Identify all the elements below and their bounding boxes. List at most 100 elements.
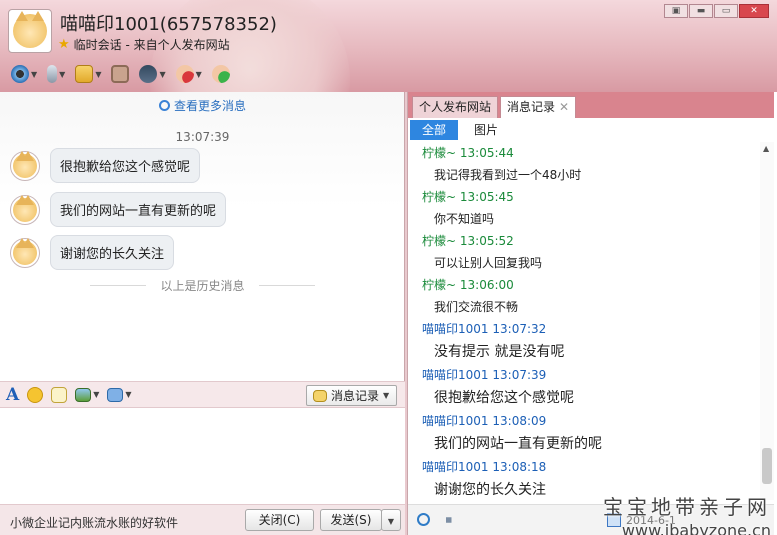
- font-style-icon[interactable]: A: [6, 385, 19, 405]
- block-user-button[interactable]: ▼: [173, 63, 205, 85]
- screenshot-button[interactable]: ▼: [107, 387, 132, 402]
- message-timestamp: 13:07:39: [175, 130, 230, 144]
- file-transfer-icon: [75, 65, 94, 83]
- filter-all[interactable]: 全部: [410, 120, 459, 140]
- record-time: 13:05:52: [459, 234, 514, 248]
- subtitle-text: 临时会话 - 来自个人发布网站: [73, 38, 230, 52]
- record-sender: 柠檬~: [422, 234, 457, 248]
- message-bubble: 很抱歉给您这个感觉呢: [50, 148, 201, 183]
- view-more-label: 查看更多消息: [173, 99, 246, 113]
- record-filters: 全部 图片: [410, 120, 510, 140]
- chevron-down-icon: ▼: [59, 69, 66, 79]
- chevron-down-icon: ▼: [195, 69, 202, 79]
- chat-message-area[interactable]: 查看更多消息 13:07:39 很抱歉给您这个感觉呢 我们的网站一直有更新的呢 …: [0, 92, 405, 381]
- send-options-dropdown[interactable]: ▼: [381, 509, 401, 531]
- record-sender: 柠檬~: [422, 146, 457, 160]
- cat-avatar-icon: [13, 194, 37, 222]
- maximize-button[interactable]: ▭: [714, 4, 738, 18]
- tab-label: 消息记录: [507, 100, 556, 114]
- message-records-icon: [313, 389, 327, 402]
- close-tab-icon[interactable]: ✕: [559, 97, 569, 118]
- remote-assist-icon: [139, 65, 158, 83]
- screen-share-icon: [111, 65, 130, 83]
- record-sender: 喵喵印1001: [422, 414, 489, 428]
- record-list: 柠檬~ 13:05:44 我记得我看到过一个48小时 柠檬~ 13:05:45 …: [422, 142, 762, 502]
- cat-avatar-icon: [13, 11, 47, 48]
- block-user-icon: [175, 65, 194, 83]
- screenshot-icon: [107, 387, 124, 402]
- star-icon: ★: [58, 37, 70, 52]
- contact-subtitle: ★ 临时会话 - 来自个人发布网站: [58, 36, 230, 53]
- scroll-thumb[interactable]: [762, 448, 772, 484]
- close-button[interactable]: 关闭(C): [245, 509, 314, 531]
- close-window-button[interactable]: ✕: [739, 4, 769, 18]
- remote-assist-button[interactable]: ▼: [136, 63, 168, 85]
- chevron-down-icon: ▼: [387, 517, 395, 526]
- chat-message: 我们的网站一直有更新的呢: [10, 192, 227, 227]
- file-transfer-button[interactable]: ▼: [72, 63, 104, 85]
- microphone-icon: [47, 65, 58, 83]
- add-friend-button[interactable]: [209, 63, 233, 85]
- chat-message: 谢谢您的长久关注: [10, 235, 175, 270]
- record-text: 我们交流很不畅: [434, 300, 519, 314]
- sender-avatar[interactable]: [10, 150, 40, 181]
- clock-icon: [158, 100, 170, 111]
- record-time: 13:07:39: [492, 368, 547, 382]
- speaker-icon[interactable]: [446, 513, 458, 527]
- record-text: 我们的网站一直有更新的呢: [434, 436, 602, 452]
- image-icon: [75, 387, 92, 402]
- tab-label: 个人发布网站: [419, 100, 492, 114]
- history-divider: 以上是历史消息: [90, 277, 315, 294]
- record-text: 可以让别人回复我吗: [434, 256, 543, 270]
- sender-avatar[interactable]: [10, 237, 40, 268]
- message-records-button[interactable]: 消息记录 ▼: [306, 385, 397, 406]
- record-header: 柠檬~ 13:05:52: [422, 230, 762, 252]
- voice-button[interactable]: ▼: [44, 63, 68, 85]
- chevron-down-icon: ▼: [31, 69, 38, 79]
- record-sender: 喵喵印1001: [422, 460, 489, 474]
- image-button[interactable]: ▼: [75, 387, 99, 402]
- chat-header: 喵喵印1001(657578352) ★ 临时会话 - 来自个人发布网站 ▣ ▬…: [0, 0, 777, 92]
- magic-note-icon[interactable]: [51, 386, 68, 403]
- minimize-button[interactable]: ▬: [689, 4, 713, 18]
- message-bubble: 谢谢您的长久关注: [50, 235, 175, 270]
- record-sender: 柠檬~: [422, 278, 457, 292]
- compose-toolbar: A ▼ ▼ 消息记录 ▼: [0, 381, 405, 408]
- watermark-title: 宝宝地带亲子网: [603, 495, 771, 519]
- contact-avatar[interactable]: [8, 9, 52, 53]
- chevron-down-icon: ▼: [383, 391, 390, 400]
- bottom-bar: 小微企业记内账流水账的好软件 关闭(C) 发送(S) ▼: [0, 504, 405, 535]
- cat-avatar-icon: [13, 237, 37, 265]
- record-text: 没有提示 就是没有呢: [434, 344, 565, 360]
- header-toolbar: ▼ ▼ ▼ ▼ ▼: [8, 62, 233, 86]
- emoji-icon[interactable]: [27, 386, 44, 403]
- watermark: 宝宝地带亲子网 www.ibabyzone.cn: [603, 491, 771, 535]
- scroll-up-icon[interactable]: ▲: [763, 144, 769, 153]
- view-more-messages-link[interactable]: 查看更多消息: [0, 97, 405, 114]
- record-scrollbar[interactable]: ▲: [760, 142, 774, 500]
- record-header: 喵喵印1001 13:08:09: [422, 410, 762, 432]
- record-header: 柠檬~ 13:05:45: [422, 186, 762, 208]
- chevron-down-icon: ▼: [125, 390, 132, 399]
- sender-avatar[interactable]: [10, 194, 40, 225]
- watermark-url: www.ibabyzone.cn: [621, 521, 771, 535]
- message-records-label: 消息记录: [331, 389, 380, 403]
- chevron-down-icon: ▼: [95, 69, 102, 79]
- skin-button[interactable]: ▣: [664, 4, 688, 18]
- screen-share-button[interactable]: [108, 63, 132, 85]
- webcam-button[interactable]: ▼: [8, 63, 40, 85]
- message-input[interactable]: [0, 408, 405, 504]
- record-time: 13:05:44: [459, 146, 514, 160]
- tab-personal-site[interactable]: 个人发布网站: [412, 96, 499, 118]
- search-icon[interactable]: [417, 513, 430, 526]
- ad-link[interactable]: 小微企业记内账流水账的好软件: [10, 514, 178, 531]
- record-text: 很抱歉给您这个感觉呢: [434, 390, 574, 406]
- record-time: 13:08:18: [492, 460, 547, 474]
- filter-images[interactable]: 图片: [462, 120, 510, 140]
- chevron-down-icon: ▼: [159, 69, 166, 79]
- contact-title: 喵喵印1001(657578352): [60, 14, 277, 35]
- send-button[interactable]: 发送(S): [320, 509, 382, 531]
- record-header: 柠檬~ 13:06:00: [422, 274, 762, 296]
- side-panel: 个人发布网站 消息记录 ✕ 全部 图片 柠檬~ 13:05:44 我记得我看到过…: [407, 92, 777, 535]
- tab-message-records[interactable]: 消息记录 ✕: [500, 96, 577, 118]
